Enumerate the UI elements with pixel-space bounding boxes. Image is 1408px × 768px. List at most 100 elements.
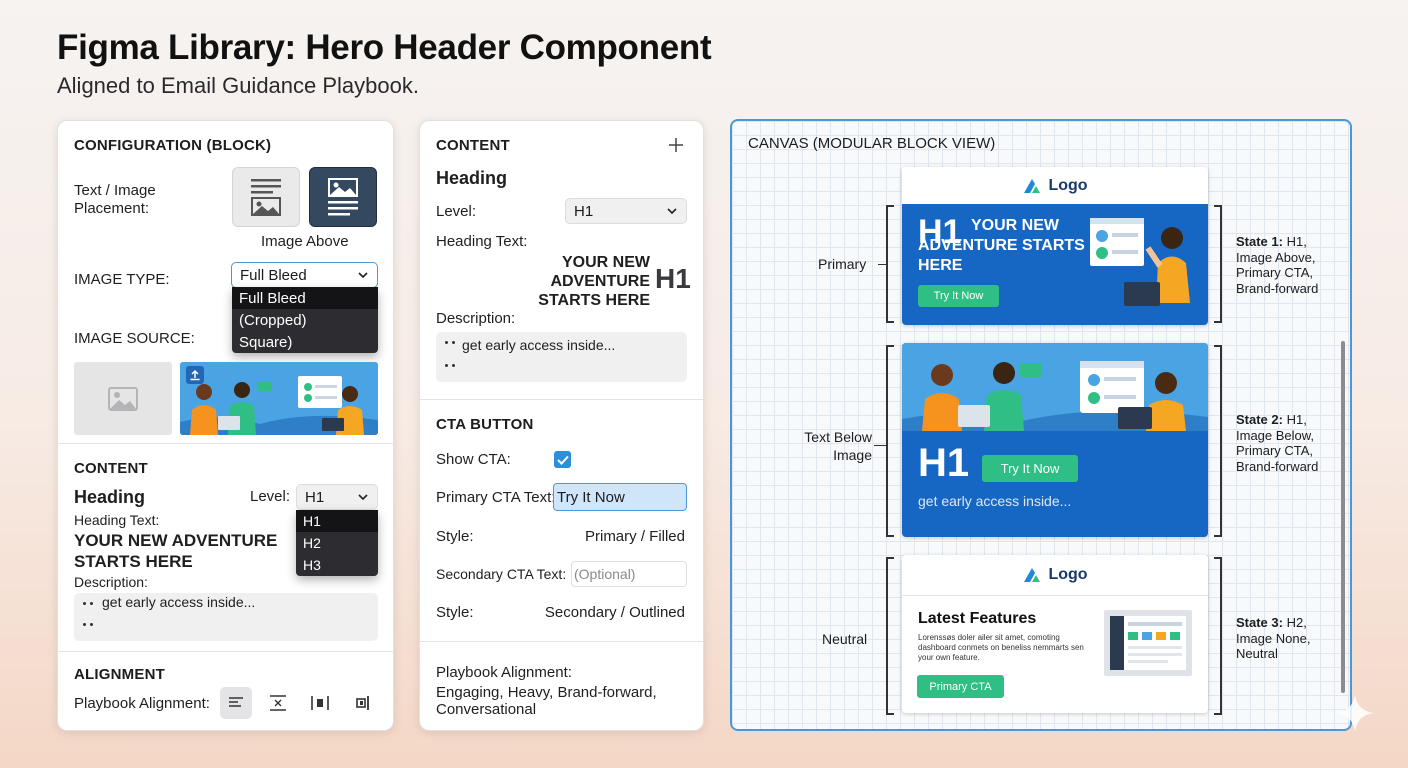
show-cta-checkbox[interactable]	[554, 451, 571, 468]
show-cta-label: Show CTA:	[436, 451, 511, 468]
config-level-select[interactable]: H1	[296, 484, 378, 510]
align-center-icon	[270, 695, 286, 711]
state-3-note: State 3: H2, Image None, Neutral	[1236, 615, 1340, 662]
secondary-cta-placeholder: (Optional)	[574, 566, 636, 582]
primary-cta-value: Try It Now	[557, 488, 625, 506]
state-1-note-title: State 1:	[1236, 234, 1283, 249]
level-option[interactable]: H1	[296, 510, 378, 532]
bracket	[1214, 205, 1222, 323]
divider	[58, 651, 393, 652]
state-2-description: get early access inside...	[918, 493, 1072, 509]
content-description-field[interactable]: get early access inside...	[436, 332, 687, 382]
level-option[interactable]: H3	[296, 554, 378, 576]
state-2-card[interactable]: H1 Try It Now get early access inside...	[902, 343, 1208, 537]
image-source-preview[interactable]	[180, 362, 378, 435]
drag-handle-icon[interactable]	[445, 364, 456, 367]
canvas-panel: CANVAS (MODULAR BLOCK VIEW) Primary Logo…	[730, 119, 1352, 731]
state-2-cta[interactable]: Try It Now	[982, 455, 1078, 482]
image-type-option[interactable]: Full Bleed	[232, 287, 378, 309]
content-title: CONTENT	[436, 137, 510, 154]
content-playbook-value: Engaging, Heavy, Brand-forward, Conversa…	[436, 684, 657, 718]
upload-button[interactable]	[186, 366, 204, 384]
image-type-select[interactable]: Full Bleed	[231, 262, 378, 288]
bracket	[886, 345, 894, 537]
cta-title: CTA BUTTON	[436, 416, 534, 433]
page-subtitle: Aligned to Email Guidance Playbook.	[57, 73, 419, 98]
config-playbook-alignment-label: Playbook Alignment:	[74, 695, 210, 712]
primary-cta-label: Primary CTA Text:	[436, 489, 556, 506]
align-right-button[interactable]	[346, 687, 378, 719]
level-dropdown: H1 H2 H3	[296, 510, 378, 576]
state-2-note: State 2: H1, Image Below, Primary CTA, B…	[1236, 412, 1340, 474]
image-type-label: IMAGE TYPE:	[74, 271, 170, 288]
state-1-heading: YOUR NEW ADVENTURE STARTS HERE	[918, 217, 1085, 274]
bracket	[1214, 557, 1222, 715]
state-2-illustration	[902, 343, 1208, 431]
state-2-note-title: State 2:	[1236, 412, 1283, 427]
level-option[interactable]: H2	[296, 532, 378, 554]
align-split-button[interactable]	[304, 687, 336, 719]
drag-handle-icon[interactable]	[83, 623, 94, 626]
primary-cta-input[interactable]: Try It Now	[553, 483, 687, 511]
config-heading-text-label: Heading Text:	[74, 512, 160, 528]
drag-handle-icon[interactable]	[83, 602, 94, 605]
state-3-side-label: Neutral	[822, 631, 868, 647]
secondary-style-label: Style:	[436, 604, 474, 621]
content-level-value: H1	[574, 202, 594, 220]
align-split-icon	[311, 696, 329, 710]
divider	[420, 641, 703, 642]
image-source-label: IMAGE SOURCE:	[74, 330, 195, 347]
secondary-cta-input[interactable]: (Optional)	[571, 561, 687, 587]
image-over-text-icon	[328, 178, 358, 216]
sparkle-icon	[1336, 694, 1374, 732]
state-1-illustration	[1090, 218, 1190, 306]
alignment-title: ALIGNMENT	[74, 666, 165, 683]
canvas-title: CANVAS (MODULAR BLOCK VIEW)	[748, 135, 996, 152]
people-illustration	[180, 362, 378, 435]
align-center-button[interactable]	[262, 687, 294, 719]
config-description-text: get early access inside...	[102, 594, 256, 610]
primary-style-value[interactable]: Primary / Filled	[585, 528, 685, 545]
heading-level-badge: H1	[655, 263, 691, 294]
state-2-side-label: Text Below Image	[804, 429, 872, 463]
placement-option-image-below[interactable]	[232, 167, 300, 227]
primary-style-label: Style:	[436, 528, 474, 545]
placement-label: Text / Image Placement:	[74, 182, 156, 217]
placement-option-image-above[interactable]	[309, 167, 377, 227]
state-1-hero: H1 YOUR NEW ADVENTURE STARTS HERE Try It…	[902, 204, 1208, 325]
content-level-label: Level:	[436, 203, 477, 220]
connector-line	[878, 264, 886, 265]
state-1-logo-text: Logo	[1048, 176, 1088, 194]
state-3-cta[interactable]: Primary CTA	[917, 675, 1004, 698]
canvas-scrollbar[interactable]	[1341, 341, 1345, 693]
content-heading-text[interactable]: YOUR NEW ADVENTURE STARTS HERE	[536, 253, 650, 310]
content-level-select[interactable]: H1	[565, 198, 687, 224]
align-left-button[interactable]	[220, 687, 252, 719]
state-1-cta[interactable]: Try It Now	[918, 285, 999, 307]
content-description-label: Description:	[436, 310, 516, 327]
bracket	[886, 205, 894, 323]
config-description-field[interactable]: get early access inside...	[74, 593, 378, 641]
check-icon	[556, 455, 569, 465]
image-type-option[interactable]: (Cropped)	[232, 309, 378, 331]
config-level-label: Level:	[250, 488, 291, 505]
secondary-style-value[interactable]: Secondary / Outlined	[545, 604, 685, 621]
config-heading-text[interactable]: YOUR NEW ADVENTURE STARTS HERE	[74, 530, 289, 572]
config-heading-label: Heading	[74, 487, 146, 507]
state-2-heading-level: H1	[918, 441, 970, 485]
config-description-label: Description:	[74, 574, 148, 590]
plus-icon[interactable]	[668, 137, 684, 153]
chevron-down-icon	[667, 208, 677, 215]
image-icon	[108, 386, 138, 411]
drag-handle-icon[interactable]	[445, 341, 456, 344]
connector-line	[874, 445, 886, 446]
image-type-option[interactable]: Square)	[232, 331, 378, 353]
divider	[58, 443, 393, 444]
state-3-note-title: State 3:	[1236, 615, 1283, 630]
state-3-body: Lorenssøs doler ailer sit amet, comoting…	[918, 633, 1084, 662]
text-over-image-icon	[251, 179, 281, 216]
state-1-card[interactable]: Logo H1 YOUR NEW ADVENTURE STARTS HERE T…	[902, 167, 1208, 325]
state-3-card[interactable]: Logo Latest Features Lorenssøs doler ail…	[902, 555, 1208, 713]
image-placeholder[interactable]	[74, 362, 172, 435]
state-3-logo-text: Logo	[1048, 566, 1088, 583]
